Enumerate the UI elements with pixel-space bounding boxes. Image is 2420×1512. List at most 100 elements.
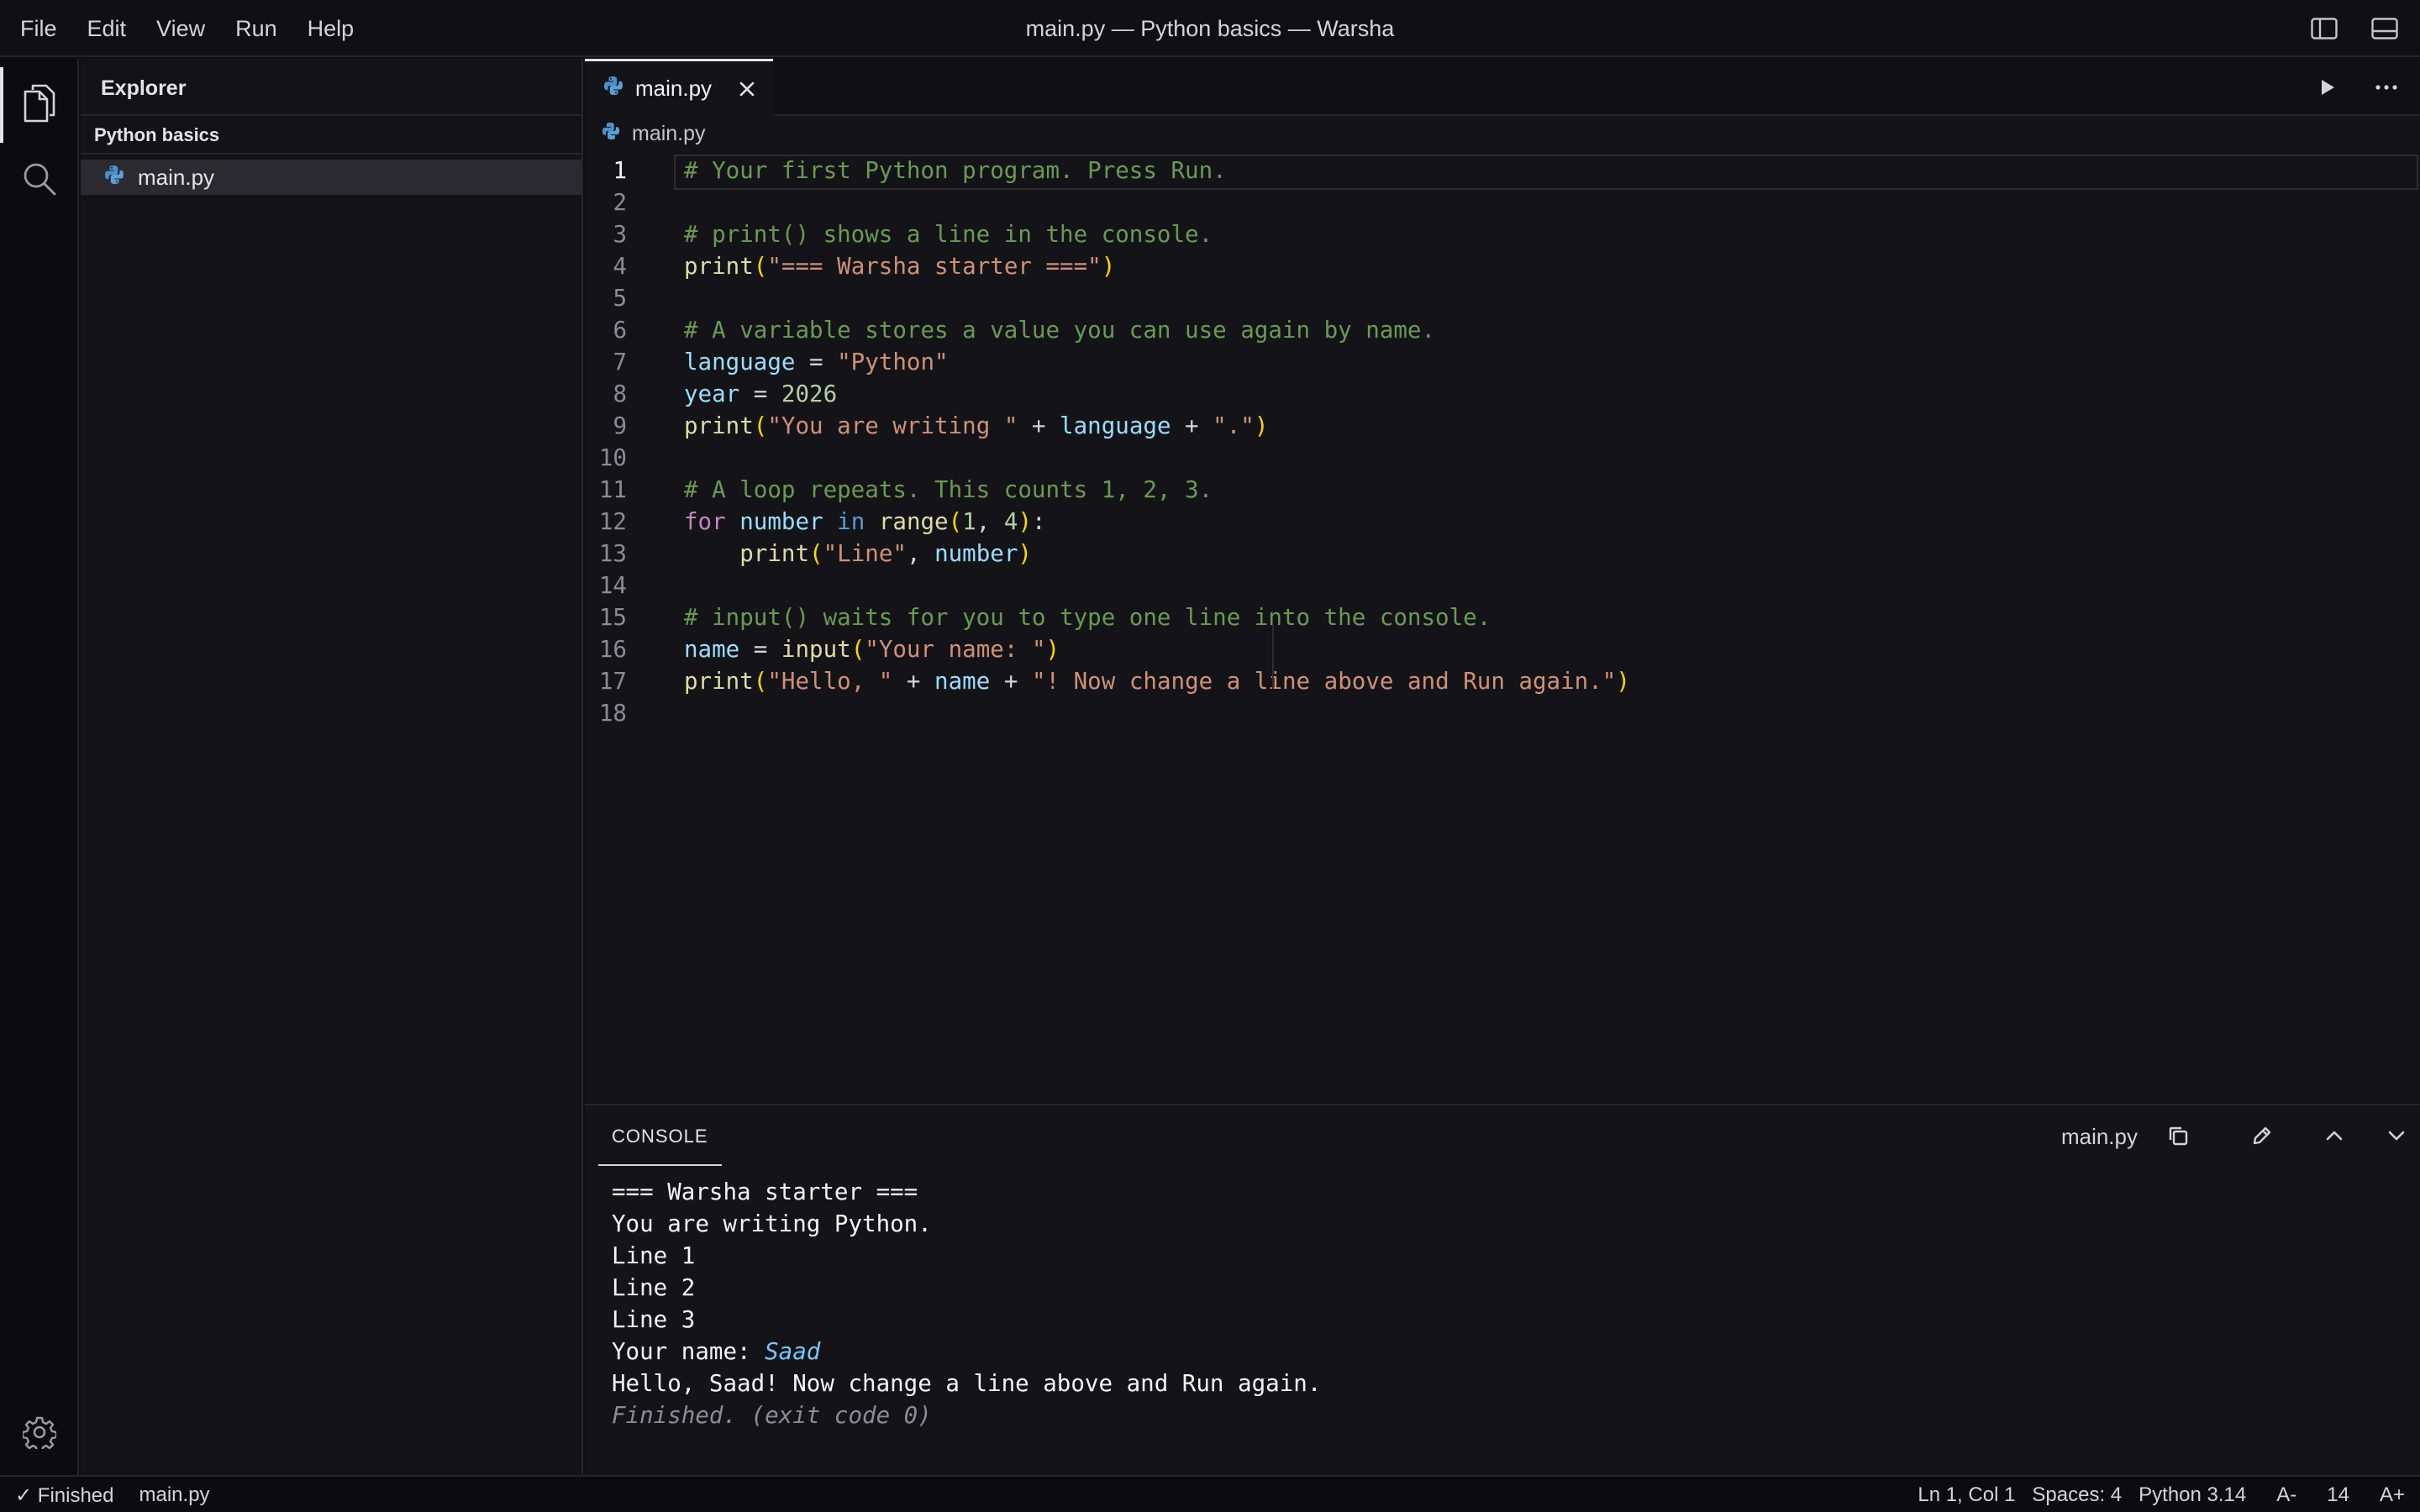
activity-bar	[0, 59, 79, 1475]
code-token: number	[934, 540, 1018, 567]
code-comment: # print() shows a line in the console.	[684, 221, 1213, 248]
font-decrease-button[interactable]: A-	[2276, 1483, 2296, 1507]
code-token: range	[878, 508, 949, 535]
code-token: language	[1060, 412, 1171, 439]
code-token: language	[684, 349, 796, 375]
file-item-main-py[interactable]: main.py	[81, 160, 581, 195]
status-bar: ✓ Finished main.py Ln 1, Col 1 Spaces: 4…	[0, 1475, 2420, 1512]
line-number: 15	[598, 604, 627, 631]
python-icon	[602, 122, 620, 146]
activity-explorer[interactable]	[0, 67, 79, 143]
pencil-icon[interactable]	[2242, 1116, 2282, 1156]
copy-icon[interactable]	[2158, 1116, 2198, 1156]
console-panel: CONSOLE main.py === Warsha starter === Y…	[585, 1104, 2420, 1475]
files-icon	[23, 83, 56, 128]
menu-file[interactable]: File	[20, 16, 57, 42]
status-file: main.py	[139, 1483, 210, 1506]
console-output[interactable]: === Warsha starter === You are writing P…	[612, 1176, 1321, 1431]
code-line[interactable]: 12 for number in range(1, 4):	[585, 506, 2420, 538]
line-number: 14	[598, 572, 627, 599]
code-line[interactable]: 4 print("=== Warsha starter ===")	[585, 250, 2420, 282]
code-token: for	[684, 508, 726, 535]
code-token: +	[990, 668, 1032, 695]
play-icon[interactable]	[2307, 67, 2348, 108]
menu-view[interactable]: View	[156, 16, 205, 42]
breadcrumb[interactable]: main.py	[585, 116, 2420, 151]
code-token: )	[1101, 253, 1116, 280]
indentation[interactable]: Spaces: 4	[2032, 1483, 2122, 1507]
code-token: (	[753, 668, 768, 695]
code-comment: # input() waits for you to type one line…	[684, 604, 1491, 631]
code-token: print	[684, 412, 754, 439]
code-line[interactable]: 18	[585, 697, 2420, 729]
code-token: input	[781, 636, 851, 663]
code-token: (	[753, 412, 768, 439]
sidebar-toggle-icon[interactable]	[2306, 10, 2343, 47]
chevron-down-icon[interactable]	[2376, 1116, 2417, 1156]
code-line[interactable]: 6 # A variable stores a value you can use…	[585, 314, 2420, 346]
editor-area: main.py main.py 1 # Your first Python pro…	[585, 59, 2420, 1104]
activity-settings[interactable]	[0, 1396, 79, 1472]
code-line[interactable]: 11 # A loop repeats. This counts 1, 2, 3.	[585, 474, 2420, 506]
code-line[interactable]: 17 print("Hello, " + name + "! Now change…	[585, 665, 2420, 697]
code-line[interactable]: 14	[585, 570, 2420, 601]
code-token: ,	[906, 540, 935, 567]
code-line[interactable]: 16 name = input("Your name: ")	[585, 633, 2420, 665]
line-number: 4	[613, 253, 627, 280]
close-icon[interactable]	[733, 75, 761, 103]
code-line[interactable]: 3 # print() shows a line in the console.	[585, 218, 2420, 250]
project-folder[interactable]: Python basics	[81, 116, 581, 155]
sidebar-title: Explorer	[81, 59, 581, 116]
cursor-position[interactable]: Ln 1, Col 1	[1918, 1483, 2015, 1507]
code-line[interactable]: 13 print("Line", number)	[585, 538, 2420, 570]
code-line[interactable]: 8 year = 2026	[585, 378, 2420, 410]
line-number: 5	[613, 285, 627, 312]
language-version[interactable]: Python 3.14	[2139, 1483, 2246, 1507]
code-line[interactable]: 1 # Your first Python program. Press Run.	[585, 155, 2420, 190]
code-line[interactable]: 15 # input() waits for you to type one li…	[585, 601, 2420, 633]
tab-console[interactable]: CONSOLE	[598, 1105, 722, 1166]
more-icon[interactable]	[2366, 67, 2407, 108]
code-line[interactable]: 2	[585, 186, 2420, 218]
code-editor[interactable]: 1 # Your first Python program. Press Run.…	[585, 155, 2420, 729]
line-number: 18	[598, 700, 627, 727]
line-number: 9	[613, 412, 627, 439]
line-number: 8	[613, 381, 627, 407]
line-number: 6	[613, 317, 627, 344]
line-number: 7	[613, 349, 627, 375]
activity-search[interactable]	[0, 143, 79, 218]
code-token: =	[739, 636, 781, 663]
code-line[interactable]: 9 print("You are writing " + language + "…	[585, 410, 2420, 442]
line-number: 16	[598, 636, 627, 663]
panel-toggle-icon[interactable]	[2366, 10, 2403, 47]
code-token: )	[1018, 508, 1032, 535]
code-token: "Your name: "	[865, 636, 1046, 663]
code-token: "You are writing "	[767, 412, 1018, 439]
tab-main-py[interactable]: main.py	[585, 59, 773, 116]
menu-run[interactable]: Run	[235, 16, 277, 42]
code-line[interactable]: 5	[585, 282, 2420, 314]
console-line: Line 1	[612, 1242, 696, 1269]
code-token: )	[1616, 668, 1630, 695]
code-token: ,	[976, 508, 1004, 535]
font-increase-button[interactable]: A+	[2380, 1483, 2405, 1507]
code-token: name	[934, 668, 991, 695]
code-line[interactable]: 7 language = "Python"	[585, 346, 2420, 378]
code-token: (	[809, 540, 823, 567]
code-token: (	[753, 253, 768, 280]
menu-edit[interactable]: Edit	[87, 16, 127, 42]
code-token: print	[739, 540, 810, 567]
code-line[interactable]: 10	[585, 442, 2420, 474]
menu-help[interactable]: Help	[308, 16, 355, 42]
console-file-label: main.py	[2060, 1124, 2138, 1149]
code-token: in	[837, 508, 865, 535]
chevron-up-icon[interactable]	[2314, 1116, 2354, 1156]
file-item-label: main.py	[138, 164, 215, 190]
search-icon	[21, 160, 58, 202]
code-token: 2026	[781, 381, 838, 407]
line-number: 1	[613, 157, 627, 184]
console-line: Hello, Saad! Now change a line above and…	[612, 1370, 1322, 1397]
line-number: 17	[598, 668, 627, 695]
code-token: "! Now change a line above and Run again…	[1031, 668, 1617, 695]
code-token: =	[795, 349, 838, 375]
